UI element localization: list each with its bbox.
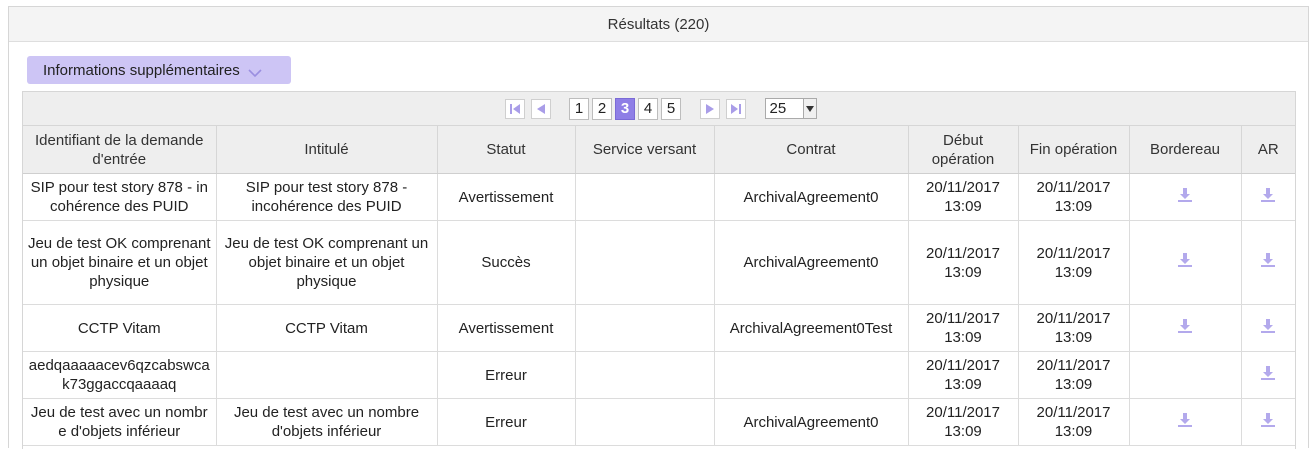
service-cell bbox=[575, 304, 715, 352]
download-icon[interactable] bbox=[1177, 187, 1193, 203]
page-button-3[interactable]: 3 bbox=[615, 97, 635, 120]
pagination-bar: 12345 25 bbox=[23, 92, 1295, 126]
id-cell: CCTP Vitam bbox=[23, 304, 217, 352]
table-row[interactable]: CCTP Vitam CCTP Vitam Avertissement Archiva… bbox=[23, 304, 1295, 352]
manifest-cell bbox=[1129, 173, 1242, 221]
contract-cell: ArchivalAgreement0 bbox=[714, 220, 909, 305]
column-service-header[interactable]: Service versant bbox=[575, 126, 715, 174]
ar-cell bbox=[1241, 304, 1295, 352]
column-status-header[interactable]: Statut bbox=[437, 126, 576, 174]
status-cell: Erreur bbox=[437, 351, 576, 399]
table-row[interactable]: SIP pour test story 878 - incohérence de… bbox=[23, 173, 1295, 221]
end-cell: 20/11/2017 13:09 bbox=[1018, 351, 1130, 399]
start-cell: 20/11/2017 13:09 bbox=[908, 351, 1019, 399]
id-cell: aedqaaaaacev6qzcabswcak73ggaccqaaaaq bbox=[23, 351, 217, 399]
table-header-row: Identifiant de la demande d'entrée Intitu… bbox=[23, 126, 1295, 174]
service-cell bbox=[575, 351, 715, 399]
service-cell bbox=[575, 173, 715, 221]
end-cell: 20/11/2017 13:09 bbox=[1018, 220, 1130, 305]
id-cell: Jeu de test avec un nombre d'objets infé… bbox=[23, 398, 217, 446]
download-icon[interactable] bbox=[1260, 318, 1276, 334]
table-row[interactable]: aedqaaaaacev6qzcabswcak73ggaccqaaaaq Erre… bbox=[23, 351, 1295, 399]
page-number-list: 12345 bbox=[568, 97, 683, 120]
page-button-2[interactable]: 2 bbox=[592, 97, 612, 120]
download-icon[interactable] bbox=[1177, 412, 1193, 428]
manifest-cell bbox=[1129, 351, 1242, 399]
end-cell: 20/11/2017 13:09 bbox=[1018, 304, 1130, 352]
download-icon[interactable] bbox=[1260, 412, 1276, 428]
title-cell: SIP pour test story 878 - incohérence de… bbox=[216, 173, 438, 221]
column-end-header[interactable]: Fin opération bbox=[1018, 126, 1130, 174]
column-manifest-header[interactable]: Bordereau bbox=[1129, 126, 1242, 174]
download-icon[interactable] bbox=[1260, 252, 1276, 268]
title-cell: Jeu de test avec un nombre d'objets infé… bbox=[216, 398, 438, 446]
column-title-header[interactable]: Intitulé bbox=[216, 126, 438, 174]
column-id-header[interactable]: Identifiant de la demande d'entrée bbox=[23, 126, 217, 174]
chevron-down-icon bbox=[802, 99, 816, 118]
last-page-icon[interactable] bbox=[725, 98, 746, 119]
first-page-icon[interactable] bbox=[504, 98, 525, 119]
title-cell: Jeu de test OK comprenant un objet binai… bbox=[216, 220, 438, 305]
start-cell: 20/11/2017 13:09 bbox=[908, 220, 1019, 305]
contract-cell bbox=[714, 351, 909, 399]
manifest-cell bbox=[1129, 304, 1242, 352]
table-row[interactable]: Jeu de test OK comprenant un objet binai… bbox=[23, 220, 1295, 305]
status-cell: Avertissement bbox=[437, 304, 576, 352]
ar-cell bbox=[1241, 398, 1295, 446]
column-start-header[interactable]: Début opération bbox=[908, 126, 1019, 174]
ar-cell bbox=[1241, 220, 1295, 305]
ar-cell bbox=[1241, 351, 1295, 399]
contract-cell: ArchivalAgreement0Test bbox=[714, 304, 909, 352]
id-cell: Jeu de test OK comprenant un objet binai… bbox=[23, 220, 217, 305]
service-cell bbox=[575, 398, 715, 446]
panel-title: Résultats (220) bbox=[9, 7, 1308, 42]
additional-info-label: Informations supplémentaires bbox=[43, 61, 240, 79]
download-icon[interactable] bbox=[1177, 318, 1193, 334]
chevron-down-icon bbox=[248, 65, 262, 78]
contract-cell: ArchivalAgreement0 bbox=[714, 398, 909, 446]
column-contract-header[interactable]: Contrat bbox=[714, 126, 909, 174]
start-cell: 20/11/2017 13:09 bbox=[908, 173, 1019, 221]
contract-cell: ArchivalAgreement0 bbox=[714, 173, 909, 221]
service-cell bbox=[575, 220, 715, 305]
title-cell: CCTP Vitam bbox=[216, 304, 438, 352]
page-button-4[interactable]: 4 bbox=[638, 97, 658, 120]
download-icon[interactable] bbox=[1260, 365, 1276, 381]
results-table: Identifiant de la demande d'entrée Intitu… bbox=[23, 126, 1295, 446]
page-button-1[interactable]: 1 bbox=[569, 97, 589, 120]
page-button-5[interactable]: 5 bbox=[661, 97, 681, 120]
results-panel: Résultats (220) Informations supplémenta… bbox=[8, 6, 1309, 449]
id-cell: SIP pour test story 878 - incohérence de… bbox=[23, 173, 217, 221]
additional-info-button[interactable]: Informations supplémentaires bbox=[27, 56, 291, 84]
manifest-cell bbox=[1129, 220, 1242, 305]
end-cell: 20/11/2017 13:09 bbox=[1018, 173, 1130, 221]
download-icon[interactable] bbox=[1260, 187, 1276, 203]
start-cell: 20/11/2017 13:09 bbox=[908, 304, 1019, 352]
title-cell bbox=[216, 351, 438, 399]
results-table-container: 12345 25 Identifiant de la demande d'ent… bbox=[22, 91, 1296, 449]
page-size-value: 25 bbox=[769, 100, 787, 117]
prev-page-icon[interactable] bbox=[530, 98, 551, 119]
ar-cell bbox=[1241, 173, 1295, 221]
page-size-select[interactable]: 25 bbox=[764, 98, 817, 119]
download-icon[interactable] bbox=[1177, 252, 1193, 268]
status-cell: Erreur bbox=[437, 398, 576, 446]
status-cell: Avertissement bbox=[437, 173, 576, 221]
manifest-cell bbox=[1129, 398, 1242, 446]
next-page-icon[interactable] bbox=[699, 98, 720, 119]
status-cell: Succès bbox=[437, 220, 576, 305]
end-cell: 20/11/2017 13:09 bbox=[1018, 398, 1130, 446]
start-cell: 20/11/2017 13:09 bbox=[908, 398, 1019, 446]
column-ar-header[interactable]: AR bbox=[1241, 126, 1295, 174]
table-row[interactable]: Jeu de test avec un nombre d'objets infé… bbox=[23, 398, 1295, 446]
